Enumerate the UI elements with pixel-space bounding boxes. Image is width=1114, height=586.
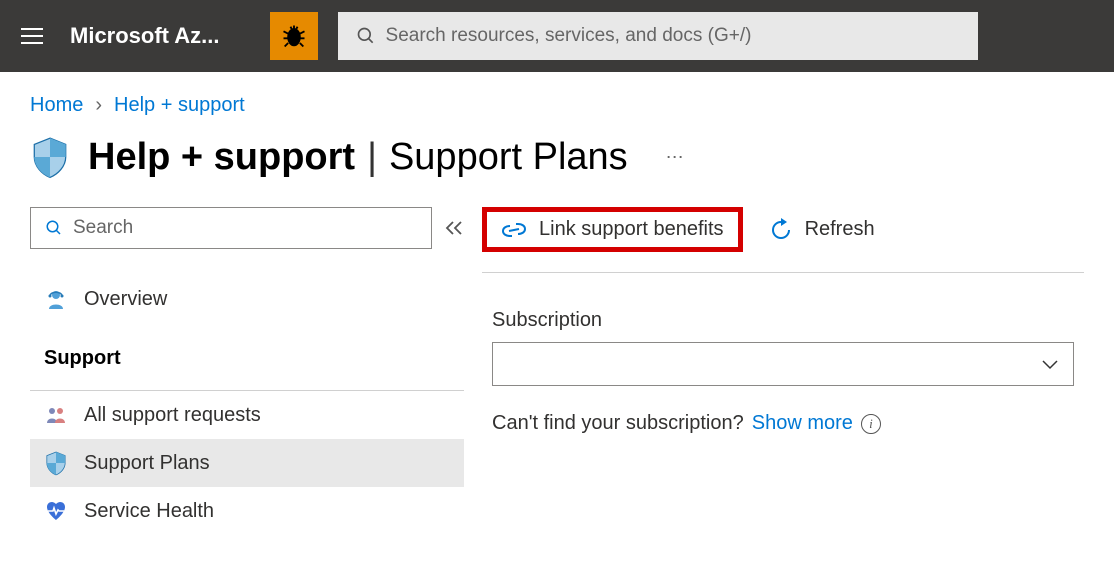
hamburger-icon xyxy=(21,28,43,44)
global-search[interactable] xyxy=(338,12,978,60)
link-support-benefits-button[interactable]: Link support benefits xyxy=(482,207,743,252)
info-icon[interactable]: i xyxy=(861,414,881,434)
page-title-service: Help + support xyxy=(88,136,355,179)
more-button[interactable]: ⋯ xyxy=(646,147,686,168)
show-more-link[interactable]: Show more xyxy=(752,412,853,435)
main-content: Link support benefits Refresh Subscripti… xyxy=(464,207,1084,535)
toolbar-button-label: Link support benefits xyxy=(539,218,724,241)
toolbar-button-label: Refresh xyxy=(805,218,875,241)
sidebar-item-service-health[interactable]: Service Health xyxy=(30,487,464,535)
sidebar-item-label: Service Health xyxy=(84,500,214,523)
global-search-input[interactable] xyxy=(386,25,960,47)
shield-icon xyxy=(30,135,70,179)
breadcrumb-link-help[interactable]: Help + support xyxy=(114,94,245,117)
search-icon xyxy=(356,26,376,46)
page-header: Help + support | Support Plans ⋯ xyxy=(0,127,1114,207)
sidebar-search-input[interactable] xyxy=(73,217,417,239)
collapse-sidebar-button[interactable] xyxy=(444,220,464,236)
subscription-select[interactable] xyxy=(492,342,1074,386)
page-title-page: Support Plans xyxy=(389,136,628,179)
subscription-help-text: Can't find your subscription? Show more … xyxy=(492,412,1074,435)
top-bar: Microsoft Az... xyxy=(0,0,1114,72)
people-icon xyxy=(44,403,68,427)
sidebar-item-label: All support requests xyxy=(84,404,261,427)
chevron-double-left-icon xyxy=(444,220,464,236)
sidebar: Overview Support All support requests xyxy=(30,207,464,535)
heart-pulse-icon xyxy=(44,499,68,523)
refresh-button[interactable]: Refresh xyxy=(767,212,877,248)
bug-button[interactable] xyxy=(270,12,318,60)
sidebar-item-label: Overview xyxy=(84,288,167,311)
sidebar-item-all-requests[interactable]: All support requests xyxy=(30,391,464,439)
chevron-right-icon: › xyxy=(95,94,102,117)
sidebar-section-title: Support xyxy=(30,323,464,384)
sidebar-item-support-plans[interactable]: Support Plans xyxy=(30,439,464,487)
toolbar: Link support benefits Refresh xyxy=(482,207,1084,273)
search-icon xyxy=(45,219,63,237)
refresh-icon xyxy=(769,218,793,242)
page-title: Help + support | Support Plans xyxy=(88,136,628,179)
subscription-label: Subscription xyxy=(492,309,1074,332)
chevron-down-icon xyxy=(1041,358,1059,370)
link-icon xyxy=(501,220,527,240)
brand-label[interactable]: Microsoft Az... xyxy=(70,23,250,49)
bug-icon xyxy=(280,22,308,50)
menu-button[interactable] xyxy=(14,18,50,54)
sidebar-item-label: Support Plans xyxy=(84,452,210,475)
breadcrumb-link-home[interactable]: Home xyxy=(30,94,83,117)
breadcrumb: Home › Help + support xyxy=(0,72,1114,127)
person-headset-icon xyxy=(44,287,68,311)
sidebar-search[interactable] xyxy=(30,207,432,249)
sidebar-item-overview[interactable]: Overview xyxy=(30,275,464,323)
shield-icon xyxy=(45,450,67,476)
